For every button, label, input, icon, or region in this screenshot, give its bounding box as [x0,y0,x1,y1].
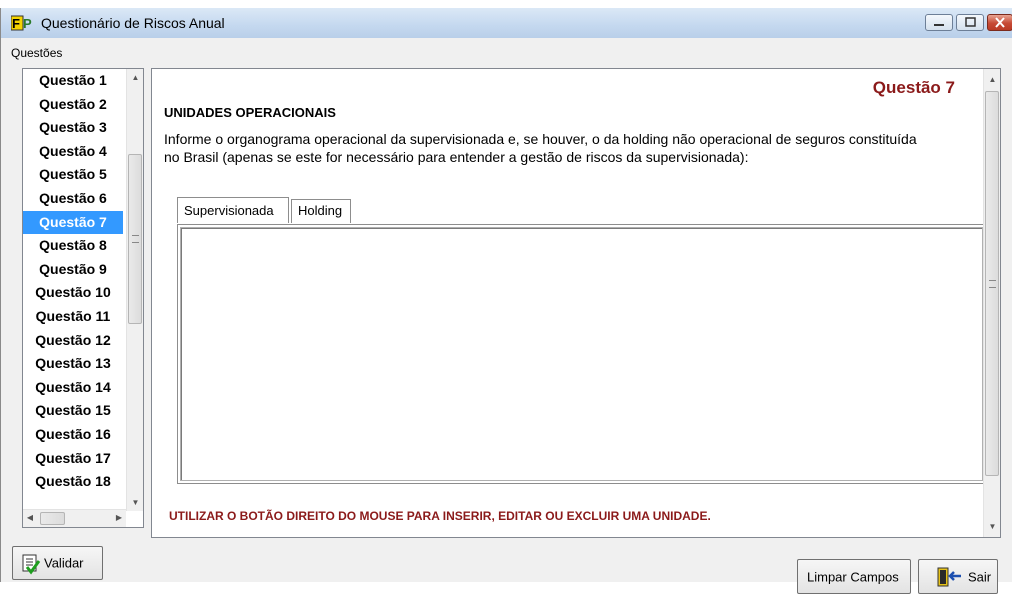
limpar-campos-button[interactable]: Limpar Campos [797,559,911,594]
questions-list: Questão 1 Questão 2 Questão 3 Questão 4 Ques… [23,69,123,509]
tab-holding[interactable]: Holding [291,199,351,223]
question-list-item[interactable]: Questão 18 [23,470,123,494]
app-logo-icon: F P [11,15,32,31]
horizontal-scrollbar-thumb[interactable] [40,512,65,525]
question-description: Informe o organograma operacional da sup… [164,131,917,165]
question-list-item[interactable]: Questão 6 [23,187,123,211]
grip-icon [989,280,996,288]
org-chart-area[interactable] [180,227,983,481]
question-list-item[interactable]: Questão 14 [23,376,123,400]
question-list-item[interactable]: Questão 3 [23,116,123,140]
scrollbar-thumb[interactable] [128,154,142,324]
close-button[interactable] [987,14,1012,31]
tab-label: Holding [298,203,343,218]
questions-vertical-scrollbar[interactable]: ▲ ▼ [126,69,143,511]
questions-group-label: Questões [11,46,63,60]
question-list-item[interactable]: Questão 5 [23,163,123,187]
panel-scroll-up-arrow-icon[interactable]: ▲ [984,75,1001,84]
tab-content-area [177,224,986,484]
minimize-button[interactable] [925,14,953,31]
question-list-item[interactable]: Questão 17 [23,447,123,471]
validar-button[interactable]: Validar [12,546,103,580]
question-list-item[interactable]: Questão 4 [23,140,123,164]
svg-text:P: P [23,16,32,31]
right-click-hint: UTILIZAR O BOTÃO DIREITO DO MOUSE PARA I… [169,509,711,523]
scroll-left-arrow-icon[interactable]: ◀ [23,513,37,522]
tab-label: Supervisionada [184,203,274,218]
question-list-item[interactable]: Questão 9 [23,258,123,282]
question-list-item[interactable]: Questão 2 [23,93,123,117]
sair-button[interactable]: Sair [918,559,998,594]
question-list-item[interactable]: Questão 15 [23,399,123,423]
question-panel: Questão 7 UNIDADES OPERACIONAIS Informe … [151,68,1001,538]
validate-checklist-icon [22,554,41,575]
question-list-item[interactable]: Questão 16 [23,423,123,447]
scroll-down-arrow-icon[interactable]: ▼ [127,498,144,507]
app-window: F P Questionário de Riscos Anual Questõe… [0,8,1012,594]
panel-scrollbar-thumb[interactable] [985,91,999,476]
question-list-item[interactable]: Questão 1 [23,69,123,93]
question-list-item[interactable]: Questão 7 [23,210,123,235]
exit-door-icon [937,567,961,587]
window-title: Questionário de Riscos Anual [41,15,225,31]
maximize-icon [965,17,976,27]
minimize-icon [934,24,944,26]
question-title: Questão 7 [872,78,955,97]
question-list-item[interactable]: Questão 8 [23,234,123,258]
title-bar[interactable]: F P Questionário de Riscos Anual [1,8,1012,38]
panel-scroll-down-arrow-icon[interactable]: ▼ [984,522,1001,531]
questions-horizontal-scrollbar[interactable]: ◀ ▶ [23,509,126,527]
section-title: UNIDADES OPERACIONAIS [164,105,336,120]
question-list-item[interactable]: Questão 12 [23,329,123,353]
questions-listbox[interactable]: Questão 1 Questão 2 Questão 3 Questão 4 Ques… [22,68,144,528]
scroll-right-arrow-icon[interactable]: ▶ [112,513,126,522]
svg-text:F: F [12,16,20,31]
scroll-up-arrow-icon[interactable]: ▲ [127,73,144,82]
panel-vertical-scrollbar[interactable]: ▲ ▼ [983,69,1000,537]
maximize-button[interactable] [956,14,984,31]
question-list-item[interactable]: Questão 13 [23,352,123,376]
question-list-item[interactable]: Questão 10 [23,281,123,305]
tab-supervisionada[interactable]: Supervisionada [177,197,289,223]
close-icon [995,17,1005,28]
validar-label: Validar [44,555,84,571]
question-list-item[interactable]: Questão 11 [23,305,123,329]
grip-icon [132,235,139,243]
